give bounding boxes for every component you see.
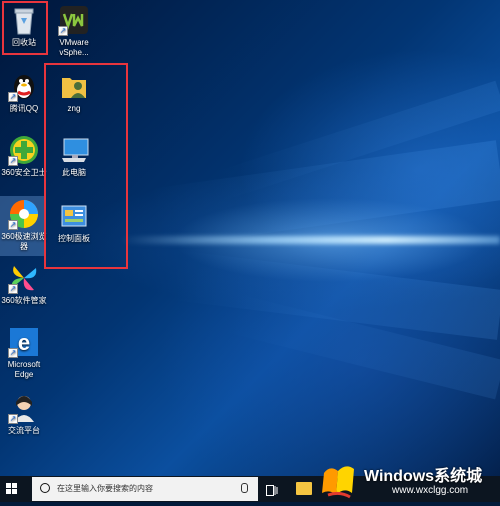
shortcut-arrow-icon: ↗ bbox=[8, 414, 18, 424]
shortcut-arrow-icon: ↗ bbox=[58, 26, 68, 36]
watermark-title: Windows系统城 bbox=[364, 468, 483, 485]
task-view-icon[interactable] bbox=[266, 483, 278, 496]
edge-desktop-icon[interactable]: e ↗ Microsoft Edge bbox=[0, 326, 48, 380]
taskbar-search-box[interactable]: 在这里输入你要搜索的内容 bbox=[32, 477, 258, 501]
windows-logo-watermark-icon bbox=[320, 461, 366, 501]
360-security-label: 360安全卫士 bbox=[1, 168, 47, 177]
shortcut-arrow-icon: ↗ bbox=[8, 92, 18, 102]
qq-label: 腾讯QQ bbox=[9, 104, 39, 113]
icons-highlight-box bbox=[44, 63, 128, 269]
360-browser-label: 360极速浏览器 bbox=[1, 232, 47, 251]
site-watermark: Windows系统城 www.wxclgg.com bbox=[320, 461, 500, 501]
shortcut-arrow-icon: ↗ bbox=[8, 348, 18, 358]
svg-text:e: e bbox=[18, 330, 30, 355]
file-explorer-icon[interactable] bbox=[296, 482, 312, 495]
vmware-label: VMware vSphe... bbox=[59, 38, 89, 57]
watermark-url: www.wxclgg.com bbox=[392, 485, 469, 496]
vmware-vsphere-icon: ↗ bbox=[58, 4, 90, 36]
360-browser-desktop-icon[interactable]: ↗ 360极速浏览器 bbox=[0, 198, 48, 252]
chat-platform-icon: ↗ bbox=[8, 392, 40, 424]
recycle-bin-highlight-box bbox=[2, 1, 48, 55]
360-software-manager-label: 360软件管家 bbox=[1, 296, 47, 305]
windows-start-icon[interactable] bbox=[6, 483, 18, 495]
qq-penguin-icon: ↗ bbox=[8, 70, 40, 102]
shortcut-arrow-icon: ↗ bbox=[8, 156, 18, 166]
360-security-icon: ↗ bbox=[8, 134, 40, 166]
vmware-desktop-icon[interactable]: ↗ VMware vSphe... bbox=[50, 4, 98, 58]
cortana-circle-icon[interactable] bbox=[40, 483, 50, 493]
360-security-desktop-icon[interactable]: ↗ 360安全卫士 bbox=[0, 134, 48, 178]
search-placeholder: 在这里输入你要搜索的内容 bbox=[57, 484, 153, 493]
shortcut-arrow-icon: ↗ bbox=[8, 220, 18, 230]
chat-platform-label: 交流平台 bbox=[8, 426, 40, 435]
edge-icon: e ↗ bbox=[8, 326, 40, 358]
shortcut-arrow-icon: ↗ bbox=[8, 284, 18, 294]
qq-desktop-icon[interactable]: ↗ 腾讯QQ bbox=[0, 70, 48, 114]
360-browser-icon: ↗ bbox=[8, 198, 40, 230]
360-software-manager-desktop-icon[interactable]: ↗ 360软件管家 bbox=[0, 262, 48, 306]
360-software-manager-icon: ↗ bbox=[8, 262, 40, 294]
desktop[interactable]: 回收站 ↗ VMware vSphe... ↗ 腾讯QQ zng ↗ 360安全… bbox=[0, 0, 500, 476]
chat-platform-desktop-icon[interactable]: ↗ 交流平台 bbox=[0, 392, 48, 436]
edge-label: Microsoft Edge bbox=[7, 360, 41, 379]
microphone-icon[interactable] bbox=[241, 483, 248, 493]
